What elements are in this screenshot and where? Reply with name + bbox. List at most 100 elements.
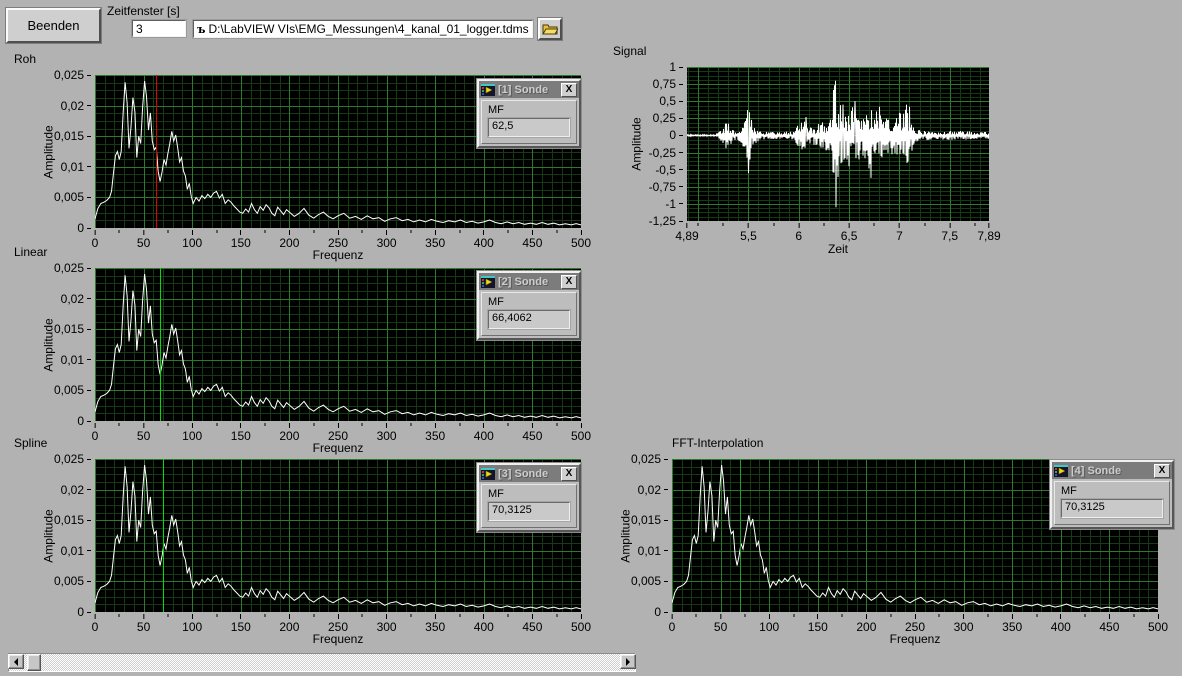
x-axis-tick: 50 [714,614,727,634]
x-axis-tick: 6 [795,223,802,243]
x-axis-minor-tick [119,614,120,617]
y-axis-tick: 0,005 [54,383,91,397]
x-axis-tick: 100 [759,614,779,634]
x-axis-minor-tick [1085,614,1086,617]
file-path-value: D:\LabVIEW VIs\EMG_Messungen\4_kanal_01_… [208,22,528,36]
x-axis-tick: 0 [92,423,99,443]
scrollbar-left-arrow[interactable] [8,654,24,669]
scrollbar-thumb[interactable] [27,654,41,671]
mf-label: MF [488,296,570,308]
close-icon[interactable]: X [561,467,577,481]
x-axis-tick: 450 [522,230,542,250]
mf-label: MF [1061,485,1163,497]
probe-window-4-titlebar[interactable]: [4] Sonde X [1052,462,1172,479]
close-icon[interactable]: X [1154,464,1170,478]
x-axis-minor-tick [265,614,266,617]
plot-title-fft-interpolation: FFT-Interpolation [672,436,763,450]
mf-value: 62,5 [488,118,570,137]
probe-window-3: [3] Sonde X MF 70,3125 [477,463,581,532]
y-axis-tick: 0 [77,221,91,235]
y-axis-tick: 0,015 [54,129,91,143]
x-axis-minor-tick [216,614,217,617]
x-axis-minor-tick [313,614,314,617]
mf-value: 70,3125 [1061,499,1163,518]
x-axis-minor-tick [1036,614,1037,617]
y-axis-tick: -0,75 [649,180,683,194]
left-arrow-icon [10,658,18,666]
probe-window-2: [2] Sonde X MF 66,4062 [477,271,581,340]
x-axis-tick: 300 [954,614,974,634]
probe-icon [481,468,495,480]
x-axis-minor-tick [556,614,557,617]
x-axis-minor-tick [842,614,843,617]
file-path-field[interactable]: ъ D:\LabVIEW VIs\EMG_Messungen\4_kanal_0… [193,20,533,38]
x-axis-minor-tick [216,230,217,233]
x-axis-tick: 150 [231,423,251,443]
zeitfenster-input[interactable] [132,20,186,37]
x-axis-tick: 300 [377,614,397,634]
x-axis-minor-tick [508,423,509,426]
x-axis-tick: 6,5 [841,223,858,243]
roh-y-ticks: 00,0050,010,0150,020,025 [48,75,91,228]
probe-window-3-titlebar[interactable]: [3] Sonde X [479,465,579,482]
x-axis-minor-tick [696,614,697,617]
x-axis-minor-tick [939,614,940,617]
close-icon[interactable]: X [561,275,577,289]
x-axis-tick: 450 [1099,614,1119,634]
x-axis-tick: 450 [522,614,542,634]
probe-window-1-titlebar[interactable]: [1] Sonde X [479,81,579,98]
y-axis-tick: 0,01 [61,353,91,367]
x-axis-minor-tick [362,423,363,426]
y-axis-tick: 0,02 [638,483,668,497]
path-type-icon: ъ [197,23,205,36]
x-axis-tick: 350 [425,614,445,634]
y-axis-tick: 0,025 [54,68,91,82]
x-axis-minor-tick [216,423,217,426]
x-axis-minor-tick [974,223,975,226]
scrollbar-right-arrow[interactable] [620,654,636,669]
y-axis-tick: 0,01 [61,160,91,174]
y-axis-tick: 0 [669,128,683,142]
signal-y-ticks: 10,750,50,250-0,25-0,5-0,75-1-1,25 [641,67,683,221]
y-axis-tick: 0,02 [61,483,91,497]
y-axis-tick: 0,005 [54,574,91,588]
x-axis-tick: 100 [182,230,202,250]
x-axis-tick: 400 [474,230,494,250]
x-axis-minor-tick [874,223,875,226]
x-axis-minor-tick [362,230,363,233]
x-axis-tick: 350 [425,423,445,443]
x-axis-tick: 150 [231,614,251,634]
x-axis-minor-tick [410,423,411,426]
x-axis-tick: 250 [328,614,348,634]
x-axis-minor-tick [167,230,168,233]
x-axis-tick: 0 [669,614,676,634]
signal-plot-area[interactable] [687,67,989,221]
x-axis-minor-tick [459,423,460,426]
x-axis-minor-tick [410,230,411,233]
mf-value: 70,3125 [488,502,570,521]
fft-x-axis-label: Frequenz [672,632,1158,646]
close-icon[interactable]: X [561,83,577,97]
x-axis-minor-tick [793,614,794,617]
x-axis-minor-tick [362,614,363,617]
browse-button[interactable] [538,18,562,40]
x-axis-tick: 500 [571,614,591,634]
y-axis-tick: -0,5 [655,163,683,177]
x-axis-minor-tick [119,230,120,233]
x-axis-minor-tick [1133,614,1134,617]
probe-window-4: [4] Sonde X MF 70,3125 [1050,460,1174,529]
x-axis-tick: 300 [377,423,397,443]
y-axis-tick: -0,25 [649,146,683,160]
x-axis-minor-tick [167,614,168,617]
x-axis-minor-tick [924,223,925,226]
folder-open-icon [542,23,558,35]
probe-window-2-titlebar[interactable]: [2] Sonde X [479,273,579,290]
x-axis-tick: 250 [328,423,348,443]
x-axis-minor-tick [167,423,168,426]
x-axis-tick: 400 [474,614,494,634]
x-axis-tick: 7 [896,223,903,243]
horizontal-scrollbar[interactable] [8,653,636,672]
x-axis-minor-tick [265,230,266,233]
x-axis-tick: 150 [231,230,251,250]
beenden-button[interactable]: Beenden [6,8,101,43]
